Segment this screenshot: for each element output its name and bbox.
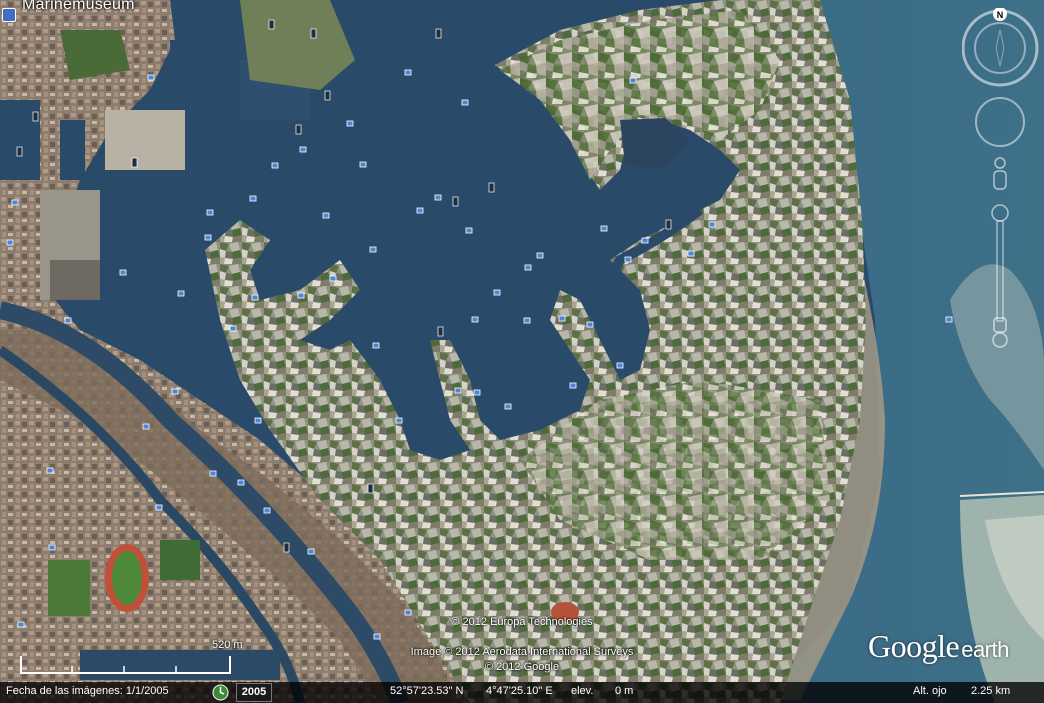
credit-line-1: © 2012 Europa Technologies (451, 616, 593, 628)
scale-bar (20, 656, 231, 674)
satellite-map[interactable] (0, 0, 1044, 703)
logo-earth-text: earth (961, 637, 1009, 662)
look-joystick[interactable] (975, 97, 1025, 147)
latitude-readout: 52°57'23.53" N (390, 685, 464, 697)
street-view-pegman-icon[interactable] (993, 157, 1007, 190)
historical-imagery-year-button[interactable]: 2005 (236, 683, 272, 702)
compass-ring[interactable]: N (962, 8, 1039, 87)
eye-altitude-value: 2.25 km (971, 685, 1011, 697)
imagery-date: Fecha de las imágenes: 1/1/2005 (6, 685, 169, 697)
google-earth-logo: Googleearth (868, 628, 1009, 665)
navigation-controls[interactable]: N (962, 8, 1042, 358)
longitude-readout: 4°47'25.10" E (486, 685, 553, 697)
compass-north-label: N (997, 10, 1004, 20)
scale-label: 520 m (212, 639, 243, 651)
eye-altitude-label: Alt. ojo (913, 685, 947, 697)
status-bar: Fecha de las imágenes: 1/1/2005 52°57'23… (0, 682, 1044, 703)
place-label[interactable]: Marinemuseum (22, 0, 135, 14)
historical-imagery-clock-icon[interactable] (212, 684, 229, 701)
logo-google-text: Google (868, 628, 960, 664)
zoom-slider[interactable] (991, 204, 1009, 348)
museum-marker-icon[interactable] (2, 8, 16, 22)
elevation-value: 0 m (615, 685, 634, 697)
elevation-label: elev. (571, 685, 594, 697)
